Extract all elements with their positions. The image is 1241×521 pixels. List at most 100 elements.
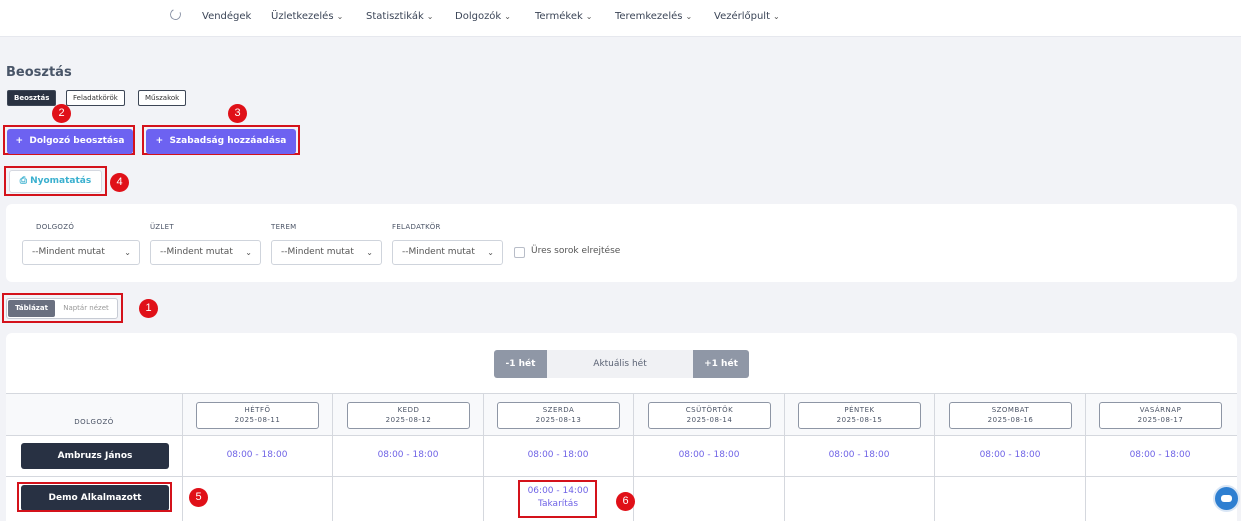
nav-item-label: Vendégek xyxy=(202,11,252,22)
annotation-marker-6: 6 xyxy=(616,492,635,511)
select-value: --Mindent mutat xyxy=(402,247,475,257)
employee-button[interactable]: Ambruzs János xyxy=(21,443,169,469)
filter-label-shop: ÜZLET xyxy=(150,223,174,231)
annotation-marker-2: 2 xyxy=(52,104,71,123)
employee-select[interactable]: --Mindent mutat ⌄ xyxy=(22,240,140,265)
shift-cell[interactable]: 08:00 - 18:00 xyxy=(333,450,483,460)
day-name: KEDD xyxy=(397,406,420,414)
day-name: HÉTFŐ xyxy=(244,406,271,414)
print-button[interactable]: ⎙ Nyomatatás xyxy=(9,170,102,193)
chevron-down-icon: ⌄ xyxy=(336,12,344,21)
select-value: --Mindent mutat xyxy=(281,247,354,257)
day-date: 2025-08-14 xyxy=(686,416,733,424)
shift-cell[interactable]: 08:00 - 18:00 xyxy=(182,450,332,460)
column-divider xyxy=(784,394,785,521)
select-value: --Mindent mutat xyxy=(160,247,233,257)
day-name: PÉNTEK xyxy=(844,406,875,414)
day-header: CSÜTÖRTÖK 2025-08-14 xyxy=(648,402,771,429)
filter-label-employee: DOLGOZÓ xyxy=(36,223,75,231)
day-name: SZERDA xyxy=(542,406,575,414)
column-divider xyxy=(483,394,484,521)
refresh-icon[interactable] xyxy=(168,7,183,22)
chevron-down-icon: ⌄ xyxy=(426,12,434,21)
nav-item-label: Dolgozók xyxy=(455,11,502,22)
nav-item-employees[interactable]: Dolgozók ⌄ xyxy=(455,11,511,22)
calendar-view-button[interactable]: Naptár nézet xyxy=(57,300,115,317)
chevron-down-icon: ⌄ xyxy=(366,248,373,257)
highlight-box xyxy=(518,480,597,518)
next-week-button[interactable]: +1 hét xyxy=(693,350,749,378)
day-header: HÉTFŐ 2025-08-11 xyxy=(196,402,319,429)
nav-item-statistics[interactable]: Statisztikák ⌄ xyxy=(366,11,434,22)
shift-cell[interactable]: 08:00 - 18:00 xyxy=(784,450,934,460)
shift-cell[interactable]: 08:00 - 18:00 xyxy=(483,450,633,460)
filter-panel: DOLGOZÓ ÜZLET TEREM FELADATKÖR --Mindent… xyxy=(6,204,1237,282)
shift-cell[interactable]: 08:00 - 18:00 xyxy=(634,450,784,460)
day-date: 2025-08-17 xyxy=(1137,416,1184,424)
role-select[interactable]: --Mindent mutat ⌄ xyxy=(392,240,503,265)
employee-column-header: DOLGOZÓ xyxy=(74,418,114,426)
select-value: --Mindent mutat xyxy=(32,247,105,257)
column-divider xyxy=(934,394,935,521)
day-date: 2025-08-16 xyxy=(987,416,1034,424)
nav-item-shop-management[interactable]: Üzletkezelés ⌄ xyxy=(271,11,343,22)
day-name: VASÁRNAP xyxy=(1139,406,1182,414)
nav-item-label: Üzletkezelés xyxy=(271,11,334,22)
highlight-box xyxy=(17,482,172,512)
table-row: Ambruzs János 08:00 - 18:00 08:00 - 18:0… xyxy=(6,436,1237,477)
chevron-down-icon: ⌄ xyxy=(245,248,252,257)
nav-item-dashboard[interactable]: Vezérlőpult ⌄ xyxy=(714,11,780,22)
tab-roles[interactable]: Feladatkörök xyxy=(66,90,125,106)
chevron-down-icon: ⌄ xyxy=(685,12,693,21)
filter-label-role: FELADATKÖR xyxy=(392,223,441,231)
tab-shifts[interactable]: Műszakok xyxy=(138,90,187,106)
chevron-down-icon: ⌄ xyxy=(124,248,131,257)
annotation-marker-3: 3 xyxy=(228,104,247,123)
page-title: Beosztás xyxy=(6,65,72,80)
day-date: 2025-08-15 xyxy=(836,416,883,424)
tab-schedule[interactable]: Beosztás xyxy=(7,90,57,106)
plus-icon: + xyxy=(155,136,164,146)
hide-empty-rows-label: Üres sorok elrejtése xyxy=(531,246,621,256)
view-toggle: Táblázat Naptár nézet xyxy=(6,298,118,319)
day-date: 2025-08-12 xyxy=(385,416,432,424)
nav-item-label: Termékek xyxy=(535,11,583,22)
hide-empty-rows-checkbox[interactable] xyxy=(514,247,525,258)
nav-item-guests[interactable]: Vendégek xyxy=(202,11,251,22)
column-divider xyxy=(1085,394,1086,521)
chevron-down-icon: ⌄ xyxy=(487,248,494,257)
shift-cell[interactable]: 08:00 - 18:00 xyxy=(935,450,1085,460)
day-date: 2025-08-13 xyxy=(535,416,582,424)
filter-label-room: TEREM xyxy=(271,223,297,231)
day-header: SZOMBAT 2025-08-16 xyxy=(949,402,1072,429)
annotation-marker-5: 5 xyxy=(189,488,208,507)
column-divider xyxy=(332,394,333,521)
add-leave-button[interactable]: + Szabadság hozzáadása xyxy=(146,129,296,154)
button-label: Szabadság hozzáadása xyxy=(169,136,287,146)
chevron-down-icon: ⌄ xyxy=(773,12,780,21)
shift-cell[interactable]: 08:00 - 18:00 xyxy=(1085,450,1235,460)
annotation-marker-1: 1 xyxy=(139,299,158,318)
nav-item-label: Statisztikák xyxy=(366,11,424,22)
add-assignment-button[interactable]: + Dolgozó beosztása xyxy=(7,129,133,154)
day-name: SZOMBAT xyxy=(991,406,1030,414)
chat-support-icon[interactable] xyxy=(1213,485,1240,512)
chevron-down-icon: ⌄ xyxy=(504,12,511,21)
table-view-button[interactable]: Táblázat xyxy=(8,300,55,317)
prev-week-button[interactable]: -1 hét xyxy=(494,350,547,378)
day-header: KEDD 2025-08-12 xyxy=(347,402,470,429)
day-date: 2025-08-11 xyxy=(234,416,281,424)
day-header: VASÁRNAP 2025-08-17 xyxy=(1099,402,1222,429)
day-name: CSÜTÖRTÖK xyxy=(685,406,734,414)
nav-item-room-management[interactable]: Teremkezelés ⌄ xyxy=(615,11,692,22)
day-header: SZERDA 2025-08-13 xyxy=(497,402,620,429)
room-select[interactable]: --Mindent mutat ⌄ xyxy=(271,240,382,265)
top-navbar: Vendégek Üzletkezelés ⌄ Statisztikák ⌄ Dol… xyxy=(0,0,1241,37)
nav-item-products[interactable]: Termékek ⌄ xyxy=(535,11,592,22)
current-week-button[interactable]: Aktuális hét xyxy=(547,350,693,378)
plus-icon: + xyxy=(15,136,24,146)
column-divider xyxy=(182,394,183,521)
shop-select[interactable]: --Mindent mutat ⌄ xyxy=(150,240,261,265)
annotation-marker-4: 4 xyxy=(110,173,129,192)
button-label: Nyomatatás xyxy=(30,176,92,186)
